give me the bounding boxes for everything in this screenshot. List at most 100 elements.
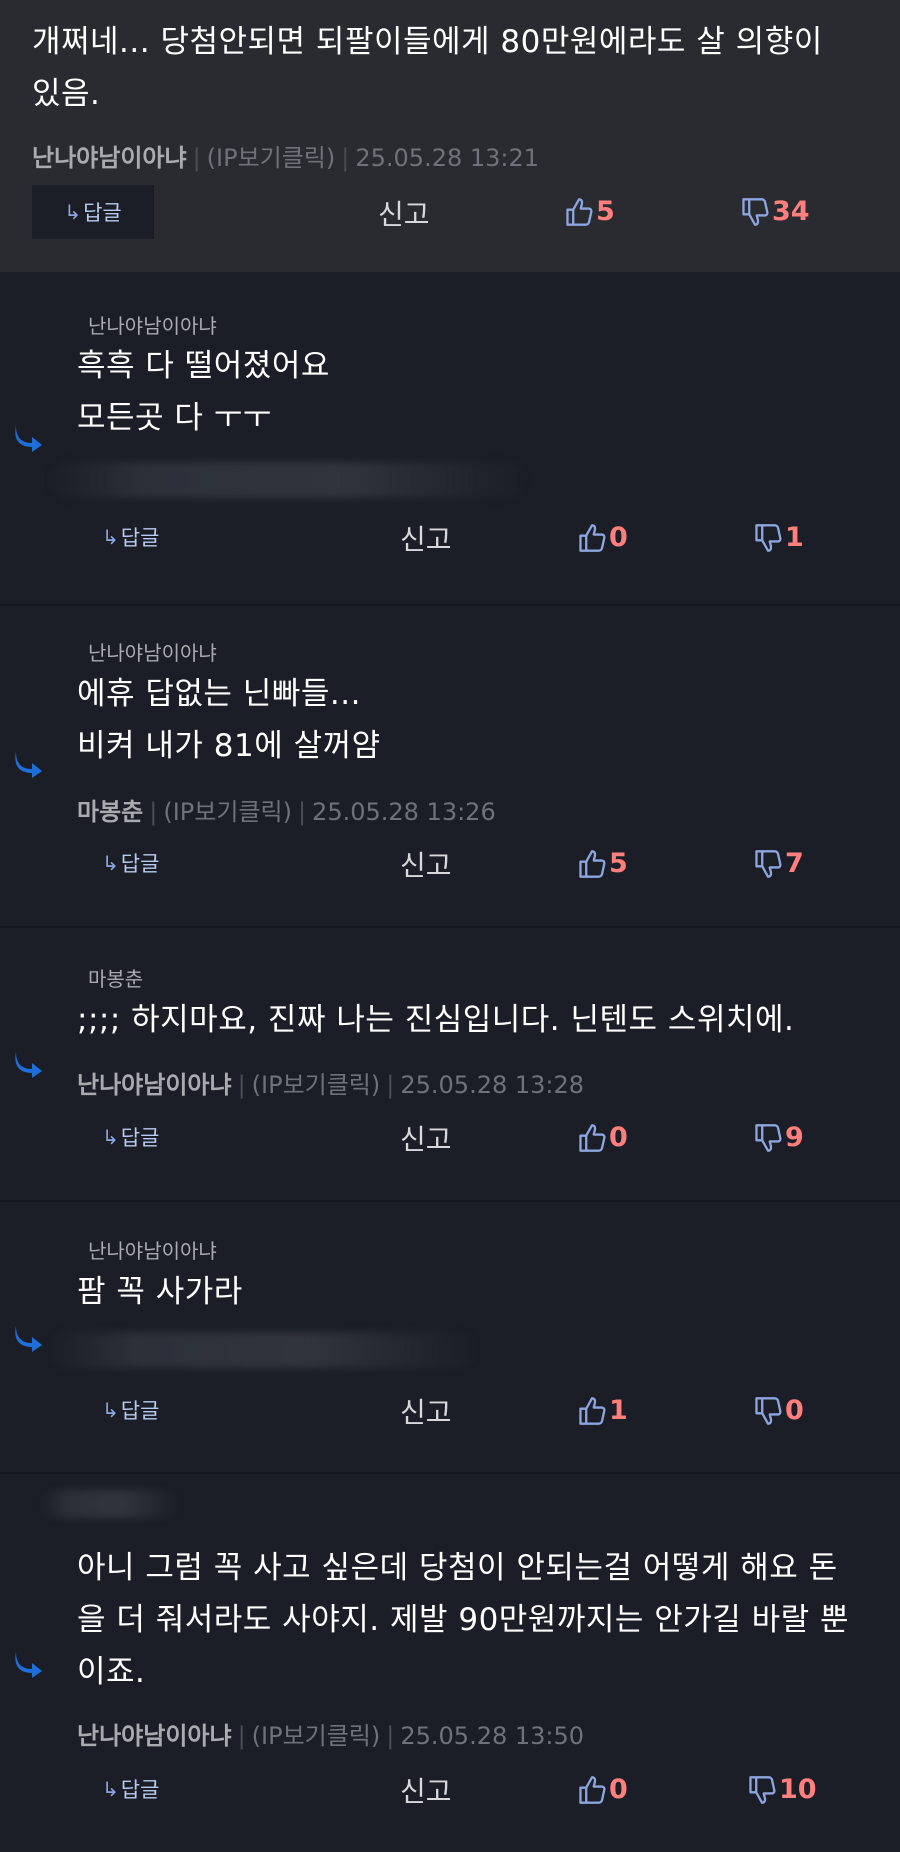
reply-small-arrow-icon: ↳ [102,525,119,549]
like-count: 5 [596,196,615,227]
comment-line: 비켜 내가 81에 살꺼얌 [77,728,381,764]
timestamp: 25.05.28 13:28 [400,1071,585,1099]
mention-author: 난나야남이아냐 [88,314,217,338]
reply-small-arrow-icon: ↳ [102,1125,119,1149]
author-name[interactable]: 마봉춘 [77,798,143,826]
comment-line: 에휴 답없는 닌빠들... [77,676,361,712]
comment-text: 에휴 답없는 닌빠들... 비켜 내가 81에 살꺼얌 [77,668,381,772]
redacted-meta [48,462,528,498]
comment-meta: 난나야남이아냐 | (IP보기클릭) | 25.05.28 13:21 [32,138,539,173]
mention-author: 난나야남이아냐 [88,641,217,665]
separator: | [297,798,307,826]
dislike-button[interactable]: 0 [754,1395,804,1426]
ip-link[interactable]: (IP보기클릭) [163,798,292,826]
comment-line: 있음. [32,76,101,112]
comment-text: 아니 그럼 꼭 사고 싶은데 당첨이 안되는걸 어떻게 해요 돈 을 더 줘서라… [77,1542,849,1698]
ip-link[interactable]: (IP보기클릭) [252,1722,381,1750]
reply-button[interactable]: ↳ 답글 [32,185,154,239]
dislike-button[interactable]: 9 [754,1122,804,1153]
reply-arrow-icon [12,750,44,778]
like-count: 1 [609,1395,628,1426]
comment-line: 아니 그럼 꼭 사고 싶은데 당첨이 안되는걸 어떻게 해요 돈 [77,1550,838,1586]
reply-button[interactable]: ↳ 답글 [102,1774,159,1804]
separator: | [237,1722,246,1750]
comment-text: 팜 꼭 사가라 [77,1266,243,1318]
dislike-count: 1 [785,522,804,553]
comment-meta: 난나야남이아냐 | (IP보기클릭) | 25.05.28 13:28 [77,1065,584,1100]
separator: | [386,1722,395,1750]
top-comment: 개쩌네... 당첨안되면 되팔이들에게 80만원에라도 살 의향이 있음. 난나… [0,0,900,272]
divider [0,1472,900,1474]
reply-button-label: 답글 [120,1778,160,1802]
reply-button[interactable]: ↳ 답글 [102,1122,159,1152]
dislike-count: 0 [785,1395,804,1426]
separator: | [149,798,158,826]
comment-line: 개쩌네... 당첨안되면 되팔이들에게 80만원에라도 살 의향이 [32,24,823,60]
like-count: 5 [609,848,628,879]
ip-link[interactable]: (IP보기클릭) [252,1071,381,1099]
report-button[interactable]: 신고 [400,518,452,558]
dislike-button[interactable]: 7 [754,848,804,879]
dislike-button[interactable]: 34 [741,196,810,227]
mention-author: 마봉춘 [88,967,144,991]
comment-line: 모든곳 다 ㅜㅜ [77,400,272,436]
redacted-mention [40,1490,180,1518]
comment-line: 이죠. [77,1654,146,1690]
report-button[interactable]: 신고 [400,844,452,884]
mention-author: 난나야남이아냐 [88,1239,217,1263]
reply-button-label: 답글 [120,1399,160,1423]
reply-small-arrow-icon: ↳ [64,200,82,224]
author-name[interactable]: 난나야남이아냐 [77,1071,232,1099]
comment-line: 을 더 줘서라도 사야지. 제발 90만원까지는 안가길 바랄 뿐 [77,1602,850,1638]
author-name[interactable]: 난나야남이아냐 [32,144,187,172]
thumbs-down-icon [754,1396,782,1426]
dislike-button[interactable]: 10 [748,1774,817,1805]
separator: | [192,144,201,172]
reply-small-arrow-icon: ↳ [102,1398,119,1422]
reply-button[interactable]: ↳ 답글 [102,1395,159,1425]
like-button[interactable]: 5 [578,848,628,879]
comment-meta: 마봉춘 | (IP보기클릭) | 25.05.28 13:26 [77,792,496,827]
reply-arrow-icon [12,424,44,452]
like-count: 0 [609,1122,628,1153]
timestamp: 25.05.28 13:21 [355,144,540,172]
like-count: 0 [609,1774,628,1805]
like-button[interactable]: 0 [578,1774,628,1805]
dislike-count: 7 [785,848,804,879]
thumbs-down-icon [748,1775,776,1805]
thumbs-up-icon [565,197,593,227]
reply-button-label: 답글 [83,201,122,225]
comment-line: ;;;; 하지마요, 진짜 나는 진심입니다. 닌텐도 스위치에. [77,1002,795,1038]
divider [0,1200,900,1202]
reply-button[interactable]: ↳ 답글 [102,522,159,552]
like-button[interactable]: 0 [578,522,628,553]
reply-button-label: 답글 [120,1126,160,1150]
timestamp: 25.05.28 13:50 [400,1722,585,1750]
like-count: 0 [609,522,628,553]
divider [0,604,900,606]
reply-button[interactable]: ↳ 답글 [102,848,159,878]
like-button[interactable]: 0 [578,1122,628,1153]
report-button[interactable]: 신고 [400,1118,452,1158]
like-button[interactable]: 1 [578,1395,628,1426]
reply-arrow-icon [12,1324,44,1352]
thumbs-up-icon [578,1123,606,1153]
report-button[interactable]: 신고 [378,193,430,233]
divider [0,926,900,928]
report-button[interactable]: 신고 [400,1391,452,1431]
report-button[interactable]: 신고 [400,1770,452,1810]
comment-text: ;;;; 하지마요, 진짜 나는 진심입니다. 닌텐도 스위치에. [77,994,794,1046]
separator: | [386,1071,395,1099]
thumbs-down-icon [754,1123,782,1153]
like-button[interactable]: 5 [565,196,615,227]
reply-arrow-icon [12,1050,44,1078]
comment-line: 흑흑 다 떨어졌어요 [77,348,330,384]
reply-small-arrow-icon: ↳ [102,851,119,875]
separator: | [237,1071,246,1099]
ip-link[interactable]: (IP보기클릭) [207,144,336,172]
author-name[interactable]: 난나야남이아냐 [77,1722,232,1750]
thumbs-down-icon [754,523,782,553]
comment-line: 팜 꼭 사가라 [77,1274,243,1310]
dislike-button[interactable]: 1 [754,522,804,553]
thumbs-up-icon [578,1396,606,1426]
